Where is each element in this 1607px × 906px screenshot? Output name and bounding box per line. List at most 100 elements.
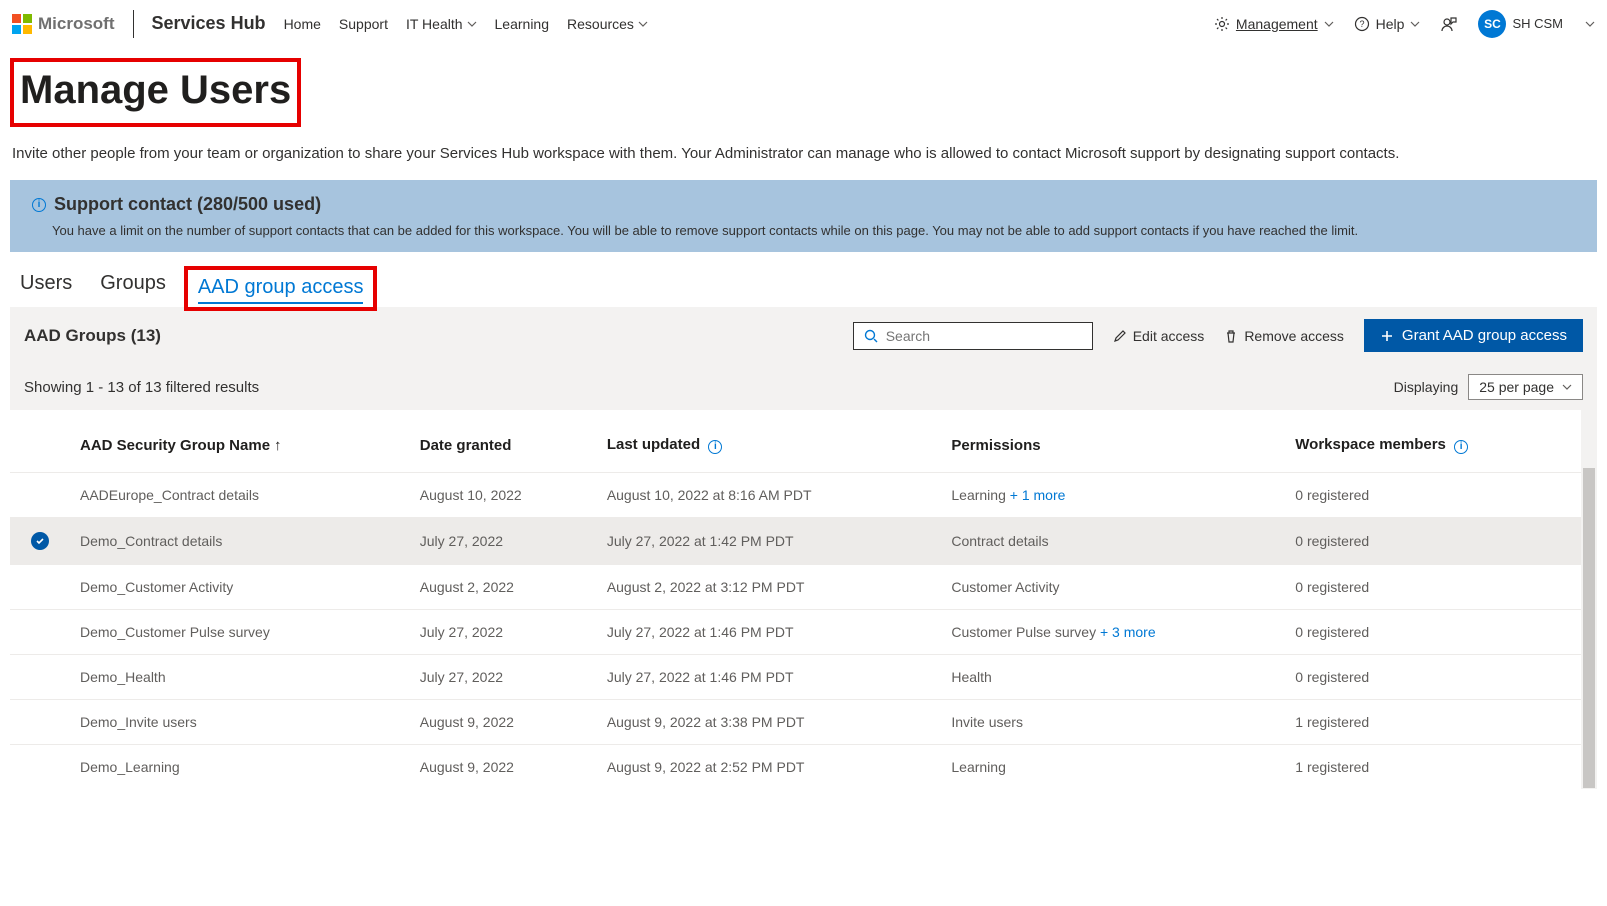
nav-help[interactable]: ? Help — [1354, 16, 1421, 32]
grant-aad-group-access-button[interactable]: Grant AAD group access — [1364, 319, 1583, 352]
tab-users[interactable]: Users — [20, 272, 72, 299]
group-name: Demo_Health — [70, 655, 410, 700]
permissions-more-link[interactable]: + 3 more — [1100, 624, 1156, 640]
chevron-down-icon — [1410, 19, 1420, 29]
banner-title: Support contact (280/500 used) — [54, 194, 321, 215]
remove-access-label: Remove access — [1244, 328, 1344, 344]
nav-learning[interactable]: Learning — [495, 16, 550, 32]
nav-it-health[interactable]: IT Health — [406, 16, 477, 32]
permissions: Learning — [941, 745, 1285, 790]
banner-message: You have a limit on the number of suppor… — [28, 223, 1579, 238]
nav-home[interactable]: Home — [284, 16, 321, 32]
row-select-cell[interactable] — [10, 700, 70, 745]
row-select-cell[interactable] — [10, 610, 70, 655]
nav-management[interactable]: Management — [1214, 16, 1334, 32]
chevron-down-icon — [1585, 19, 1595, 29]
table-row[interactable]: Demo_Contract detailsJuly 27, 2022July 2… — [10, 518, 1581, 565]
brand-text: Microsoft — [38, 14, 115, 34]
col-name[interactable]: AAD Security Group Name↑ — [70, 410, 410, 473]
tab-groups[interactable]: Groups — [100, 272, 166, 299]
account-menu[interactable]: SC SH CSM — [1478, 10, 1595, 38]
row-select-cell[interactable] — [10, 565, 70, 610]
permissions-more-link[interactable]: + 1 more — [1010, 487, 1066, 503]
col-permissions[interactable]: Permissions — [941, 410, 1285, 473]
microsoft-logo[interactable]: Microsoft — [12, 14, 115, 34]
edit-access-label: Edit access — [1133, 328, 1205, 344]
aad-groups-count: AAD Groups (13) — [24, 326, 161, 346]
row-select-cell[interactable] — [10, 518, 70, 565]
edit-access-button[interactable]: Edit access — [1113, 328, 1205, 344]
last-updated: July 27, 2022 at 1:42 PM PDT — [597, 518, 942, 565]
person-feedback-icon — [1440, 15, 1458, 33]
search-input-wrapper[interactable] — [853, 322, 1093, 350]
nav-resources[interactable]: Resources — [567, 16, 648, 32]
last-updated: July 27, 2022 at 1:46 PM PDT — [597, 610, 942, 655]
info-icon[interactable]: i — [1454, 440, 1468, 454]
page-content: Manage Users Invite other people from yo… — [0, 48, 1607, 789]
scrollbar-thumb[interactable] — [1583, 468, 1595, 788]
permissions: Health — [941, 655, 1285, 700]
workspace-members: 0 registered — [1285, 518, 1581, 565]
permissions: Learning + 1 more — [941, 473, 1285, 518]
nav-support[interactable]: Support — [339, 16, 388, 32]
help-label: Help — [1376, 16, 1405, 32]
last-updated: August 10, 2022 at 8:16 AM PDT — [597, 473, 942, 518]
last-updated: August 9, 2022 at 3:38 PM PDT — [597, 700, 942, 745]
page-subtitle: Invite other people from your team or or… — [12, 145, 1597, 162]
table-row[interactable]: Demo_LearningAugust 9, 2022August 9, 202… — [10, 745, 1581, 790]
remove-access-button[interactable]: Remove access — [1224, 328, 1344, 344]
hub-name[interactable]: Services Hub — [152, 13, 266, 34]
tab-aad-group-access[interactable]: AAD group access — [198, 276, 364, 304]
secondary-nav: Management ? Help SC SH CSM — [1214, 10, 1595, 38]
nav-feedback[interactable] — [1440, 15, 1458, 33]
col-members[interactable]: Workspace members i — [1285, 410, 1581, 473]
pager-bar: Showing 1 - 13 of 13 filtered results Di… — [10, 364, 1597, 410]
svg-text:?: ? — [1359, 19, 1364, 29]
workspace-members: 0 registered — [1285, 565, 1581, 610]
col-updated[interactable]: Last updated i — [597, 410, 942, 473]
showing-text: Showing 1 - 13 of 13 filtered results — [24, 379, 259, 396]
account-name: SH CSM — [1512, 16, 1563, 31]
trash-icon — [1224, 329, 1238, 343]
check-icon — [31, 532, 49, 550]
date-granted: July 27, 2022 — [410, 610, 597, 655]
management-label: Management — [1236, 16, 1318, 32]
info-icon[interactable]: i — [708, 440, 722, 454]
help-icon: ? — [1354, 16, 1370, 32]
chevron-down-icon — [467, 19, 477, 29]
row-select-cell[interactable] — [10, 655, 70, 700]
search-input[interactable] — [886, 328, 1082, 344]
date-granted: August 9, 2022 — [410, 745, 597, 790]
group-name: AADEurope_Contract details — [70, 473, 410, 518]
microsoft-icon — [12, 14, 32, 34]
table-row[interactable]: Demo_HealthJuly 27, 2022July 27, 2022 at… — [10, 655, 1581, 700]
row-select-cell[interactable] — [10, 745, 70, 790]
tab-aad-highlight: AAD group access — [184, 266, 378, 311]
avatar: SC — [1478, 10, 1506, 38]
group-name: Demo_Contract details — [70, 518, 410, 565]
edit-icon — [1113, 329, 1127, 343]
row-select-cell[interactable] — [10, 473, 70, 518]
info-icon: i — [32, 198, 46, 212]
vertical-scrollbar[interactable] — [1581, 410, 1597, 789]
top-nav: Microsoft Services Hub Home Support IT H… — [0, 0, 1607, 48]
nav-it-health-label: IT Health — [406, 16, 463, 32]
permissions: Customer Activity — [941, 565, 1285, 610]
workspace-members: 0 registered — [1285, 473, 1581, 518]
chevron-down-icon — [1324, 19, 1334, 29]
table-row[interactable]: AADEurope_Contract details August 10, 202… — [10, 473, 1581, 518]
table-row[interactable]: Demo_Customer ActivityAugust 2, 2022Augu… — [10, 565, 1581, 610]
grant-label: Grant AAD group access — [1402, 327, 1567, 344]
col-date[interactable]: Date granted — [410, 410, 597, 473]
per-page-select[interactable]: 25 per page — [1468, 374, 1583, 400]
table-row[interactable]: Demo_Invite usersAugust 9, 2022August 9,… — [10, 700, 1581, 745]
workspace-members: 1 registered — [1285, 700, 1581, 745]
workspace-members: 1 registered — [1285, 745, 1581, 790]
support-contact-banner: i Support contact (280/500 used) You hav… — [10, 180, 1597, 252]
date-granted: July 27, 2022 — [410, 518, 597, 565]
displaying-label: Displaying — [1394, 379, 1459, 395]
table-wrap: AAD Security Group Name↑ Date granted La… — [10, 410, 1597, 789]
search-icon — [864, 329, 878, 343]
tabs: Users Groups AAD group access — [10, 272, 1597, 307]
table-row[interactable]: Demo_Customer Pulse surveyJuly 27, 2022J… — [10, 610, 1581, 655]
